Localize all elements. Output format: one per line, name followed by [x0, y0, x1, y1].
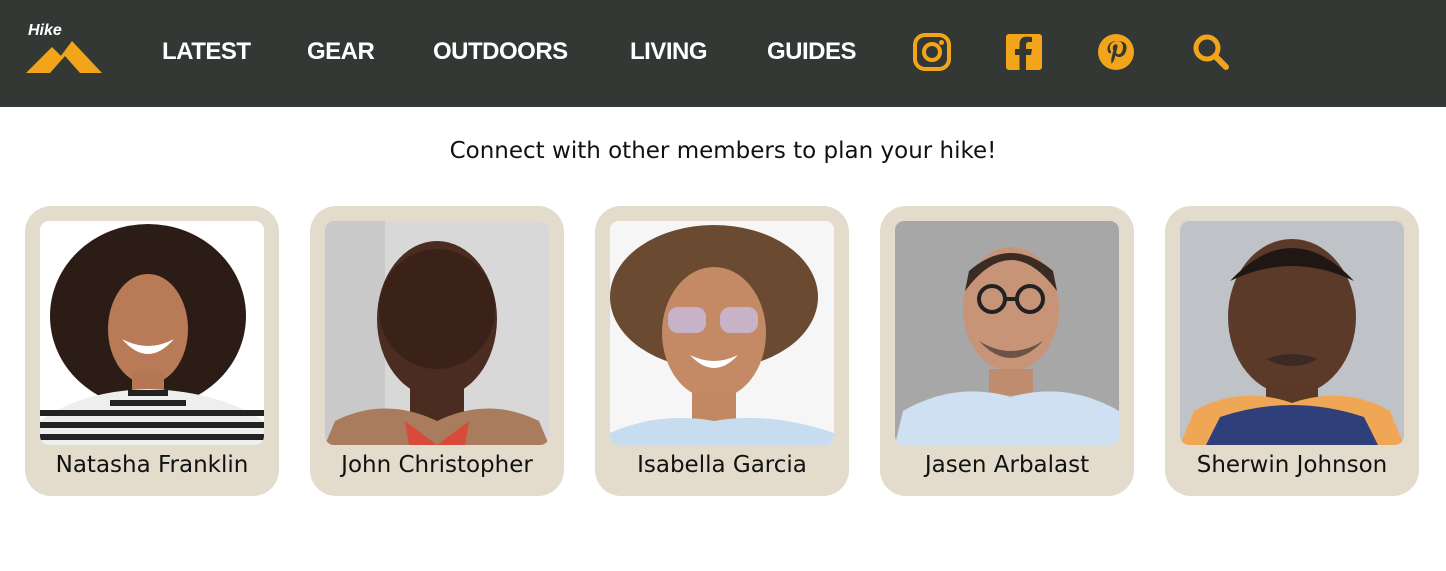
member-name: Natasha Franklin [55, 452, 249, 478]
page-headline: Connect with other members to plan your … [449, 138, 997, 164]
member-card[interactable]: Sherwin Johnson [1165, 206, 1419, 496]
member-name: John Christopher [341, 452, 533, 478]
member-card[interactable]: Isabella Garcia [595, 206, 849, 496]
member-photo [40, 221, 264, 445]
top-navigation-bar: Hike LATEST GEAR OUTDOORS LIVING GUIDES [0, 0, 1446, 107]
member-photo [1180, 221, 1404, 445]
nav-gear[interactable]: GEAR [307, 38, 375, 66]
pinterest-icon[interactable] [1097, 33, 1135, 71]
nav-living[interactable]: LIVING [630, 38, 708, 66]
member-photo [325, 221, 549, 445]
member-card[interactable]: Jasen Arbalast [880, 206, 1134, 496]
member-card[interactable]: John Christopher [310, 206, 564, 496]
member-name: Jasen Arbalast [924, 452, 1090, 478]
search-icon[interactable] [1192, 33, 1230, 71]
nav-guides[interactable]: GUIDES [767, 38, 857, 66]
instagram-icon[interactable] [913, 33, 951, 71]
member-photo [610, 221, 834, 445]
hike-logo[interactable]: Hike [26, 22, 104, 76]
member-photo [895, 221, 1119, 445]
member-name: Isabella Garcia [637, 452, 807, 478]
facebook-icon[interactable] [1005, 33, 1043, 71]
member-card[interactable]: Natasha Franklin [25, 206, 279, 496]
member-name: Sherwin Johnson [1196, 452, 1388, 478]
mountain-logo-icon [26, 41, 102, 73]
nav-latest[interactable]: LATEST [162, 38, 251, 66]
nav-outdoors[interactable]: OUTDOORS [433, 38, 568, 66]
